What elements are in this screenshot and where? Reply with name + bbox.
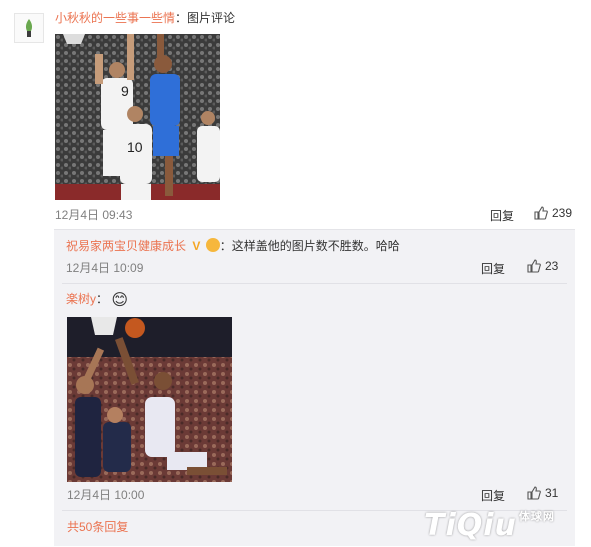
svg-text:10: 10 [127,139,143,155]
avatar[interactable] [14,13,44,43]
reply-2-like-button[interactable]: 31 [527,486,558,500]
reply-1-header: 祝易家两宝贝健康成长 V ：这样盖他的图片数不胜数。哈哈 [66,238,400,254]
watermark-sub: 体球网 [518,510,555,523]
reply-2-text: ： [96,292,109,306]
basketball-block-image [67,317,232,482]
verified-badge-icon: V [192,239,201,253]
comment-photo[interactable]: 9 10 [55,34,220,200]
comment-reply-label: 回复 [490,209,515,223]
comment-reply-button[interactable]: 回复 [490,207,514,224]
reply-1-like-count: 23 [545,259,559,273]
comment-like-count: 239 [552,206,573,220]
like-icon [527,486,541,500]
site-watermark: TiQiu 体球网 [424,508,555,543]
basketball-photo-image: 9 10 [55,34,220,200]
comment-timestamp: 12月4日 09:43 [55,208,133,222]
reply-2-reply-button[interactable]: 回复 [481,487,505,504]
reply-2-author-link[interactable]: 楽树y [66,292,96,306]
reply-2-header: 楽树y： 😊 [66,291,128,309]
reply-2-timestamp: 12月4日 10:00 [67,488,145,502]
comment-text: ：图片评论 [175,11,236,25]
reply-2-photo[interactable] [67,317,232,482]
reply-1-emoji-icon [205,238,220,252]
reply-1-author-link[interactable]: 祝易家两宝贝健康成长 [66,239,186,253]
reply-1-reply-button[interactable]: 回复 [481,260,505,277]
like-icon [527,259,541,273]
reply-1-like-button[interactable]: 23 [527,259,558,273]
reply-1-reply-label: 回复 [481,262,506,276]
watermark-brand: TiQiu [424,508,517,543]
avatar-icon [25,19,33,37]
comment-header: 小秋秋的一些事一些情：图片评论 [55,10,235,26]
reply-2-like-count: 31 [545,486,559,500]
reply-2-reply-label: 回复 [481,489,506,503]
reply-divider [62,283,567,284]
comment-author-link[interactable]: 小秋秋的一些事一些情 [55,11,175,25]
reply-1-text: ：这样盖他的图片数不胜数。哈哈 [219,239,400,253]
svg-text:9: 9 [121,83,129,99]
reply-1-timestamp: 12月4日 10:09 [66,261,144,275]
reply-2-emoji-icon: 😊 [111,292,129,309]
more-replies-link[interactable]: 共50条回复 [67,519,128,535]
comment-like-button[interactable]: 239 [534,206,572,220]
like-icon [534,206,548,220]
